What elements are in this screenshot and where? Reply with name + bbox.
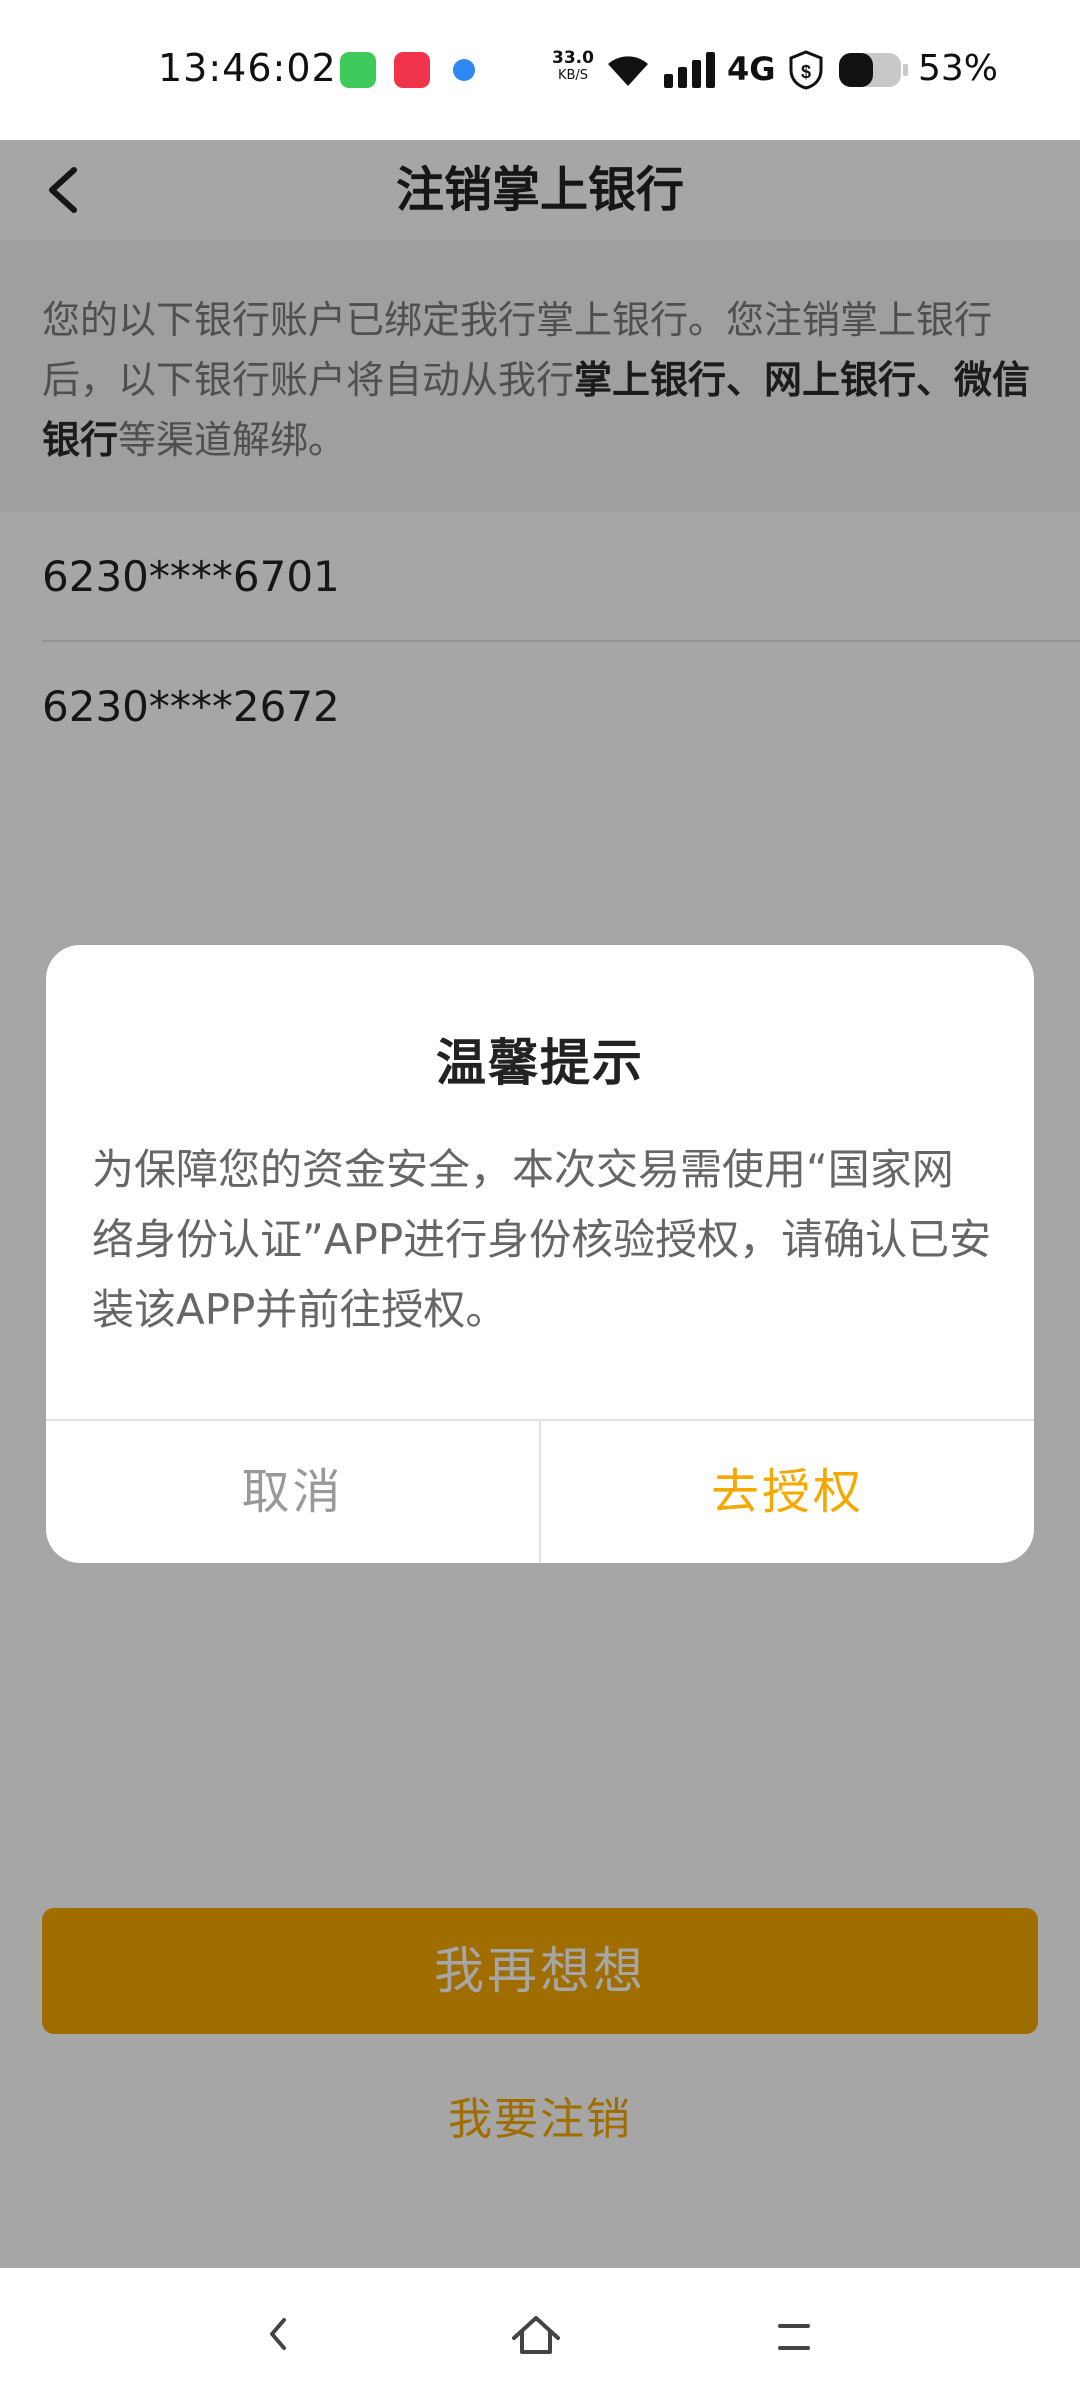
menu-nav-icon	[778, 2324, 810, 2350]
authorization-dialog: 温馨提示 为保障您的资金安全，本次交易需使用“国家网络身份认证”APP进行身份核…	[46, 945, 1034, 1563]
messages-app-icon	[340, 52, 376, 88]
battery-percent: 53%	[918, 48, 999, 89]
shield-dollar-icon: $	[789, 50, 823, 90]
wifi-icon	[608, 56, 648, 86]
nav-menu-button[interactable]	[734, 2288, 854, 2380]
nav-back-button[interactable]	[218, 2288, 338, 2380]
music-app-icon	[394, 52, 430, 88]
network-speed-unit: KB/S	[557, 68, 589, 83]
home-nav-icon	[512, 2316, 560, 2354]
system-nav-bar	[0, 2268, 1080, 2400]
screen: 13:46:02 33.0 KB/S 4G $ 53% 注销掌上银行 您的以下银…	[0, 0, 1080, 2400]
back-nav-icon	[270, 2318, 286, 2350]
signal-icon	[664, 52, 715, 88]
dialog-cancel-button[interactable]: 取消	[46, 1421, 539, 1563]
status-bar: 13:46:02 33.0 KB/S 4G $ 53%	[0, 0, 1080, 140]
status-time: 13:46:02	[158, 46, 337, 90]
browser-app-icon	[446, 52, 482, 88]
svg-text:$: $	[801, 62, 811, 82]
dialog-authorize-button[interactable]: 去授权	[541, 1421, 1034, 1563]
nav-home-button[interactable]	[476, 2288, 596, 2380]
battery-icon	[839, 53, 908, 87]
network-type: 4G	[727, 50, 776, 88]
dialog-title: 温馨提示	[436, 1034, 644, 1092]
network-speed: 33.0 KB/S	[548, 50, 598, 84]
network-speed-value: 33.0	[552, 48, 594, 68]
dialog-message: 为保障您的资金安全，本次交易需使用“国家网络身份认证”APP进行身份核验授权，请…	[92, 1145, 992, 1334]
